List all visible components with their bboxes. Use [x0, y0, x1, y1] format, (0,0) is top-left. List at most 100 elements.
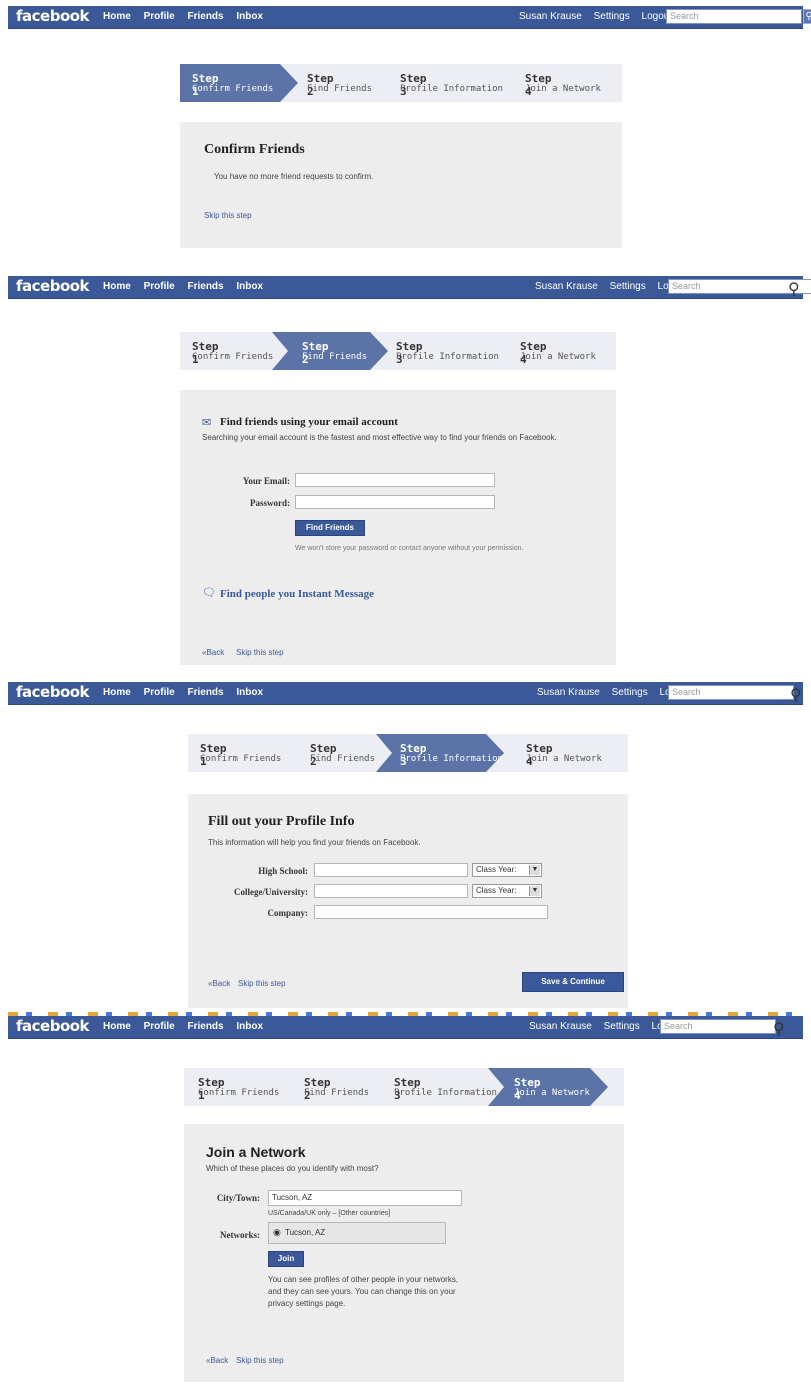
network-note-line-2: and they can see yours. You can change t… [268, 1287, 456, 1296]
account-nav: Susan Krause Settings Logout [528, 687, 690, 698]
top-bar: facebook Home Profile Friends Inbox Susa… [8, 276, 811, 299]
facebook-logo[interactable]: facebook [16, 7, 90, 25]
high-school-field[interactable] [314, 863, 468, 877]
user-name-link[interactable]: Susan Krause [535, 281, 598, 292]
city-hint: US/Canada/UK only – [Other countries] [268, 1210, 391, 1217]
nav-friends[interactable]: Friends [187, 687, 223, 698]
nav-home[interactable]: Home [103, 687, 131, 698]
screen-find-friends: facebook Home Profile Friends Inbox Susa… [0, 270, 811, 665]
facebook-logo[interactable]: facebook [16, 1017, 90, 1035]
search-input[interactable]: Search [660, 1019, 776, 1034]
dropdown-arrow-icon: ▼ [529, 886, 540, 896]
nav-inbox[interactable]: Inbox [236, 1021, 263, 1032]
skip-step-link[interactable]: Skip this step [236, 1356, 284, 1365]
college-class-year-select[interactable]: Class Year: ▼ [472, 884, 542, 898]
find-im-title[interactable]: Find people you Instant Message [220, 588, 374, 600]
email-label: Your Email: [242, 476, 290, 486]
find-friends-panel: ✉ Find friends using your email account … [180, 390, 616, 665]
nav-profile[interactable]: Profile [144, 281, 175, 292]
profile-info-panel: Fill out your Profile Info This informat… [188, 794, 628, 1008]
panel-title: Join a Network [206, 1144, 306, 1160]
networks-box: ◉ Tucson, AZ [268, 1222, 446, 1244]
company-label: Company: [267, 908, 308, 918]
back-link[interactable]: «Back [206, 1356, 228, 1365]
top-bar: facebook Home Profile Friends Inbox Susa… [8, 1016, 803, 1039]
college-field[interactable] [314, 884, 468, 898]
find-email-description: Searching your email account is the fast… [202, 433, 557, 442]
step-progress: Step 1 Confirm Friends Step 2 Find Friends… [180, 332, 616, 370]
search-icon[interactable]: ⚲ [803, 9, 811, 24]
panel-title: Confirm Friends [204, 142, 305, 157]
back-link[interactable]: «Back [208, 979, 230, 988]
settings-link[interactable]: Settings [604, 1021, 640, 1032]
network-note-line-3: privacy settings page. [268, 1299, 346, 1308]
settings-link[interactable]: Settings [594, 11, 630, 22]
chat-icon: 🗨 [202, 587, 216, 599]
search-icon[interactable]: ⚲ [773, 1019, 785, 1039]
nav-profile[interactable]: Profile [144, 1021, 175, 1032]
search-input[interactable]: Search [668, 685, 794, 700]
search-icon[interactable]: ⚲ [788, 279, 800, 299]
top-bar: facebook Home Profile Friends Inbox Susa… [8, 682, 803, 705]
active-step-arrow [272, 332, 388, 370]
city-field[interactable]: Tucson, AZ [268, 1190, 462, 1206]
nav-inbox[interactable]: Inbox [236, 281, 263, 292]
nav-home[interactable]: Home [103, 1021, 131, 1032]
step-progress: Step 1 Confirm Friends Step 2 Find Friends… [188, 734, 628, 772]
find-email-title: Find friends using your email account [220, 416, 398, 428]
active-step-arrow [488, 1068, 608, 1106]
facebook-logo[interactable]: facebook [16, 683, 90, 701]
nav-inbox[interactable]: Inbox [236, 11, 263, 22]
email-field[interactable] [295, 473, 495, 487]
network-note-line-1: You can see profiles of other people in … [268, 1275, 459, 1284]
find-friends-button[interactable]: Find Friends [295, 520, 365, 536]
skip-step-link[interactable]: Skip this step [204, 211, 252, 220]
high-school-class-year-select[interactable]: Class Year: ▼ [472, 863, 542, 877]
college-label: College/University: [234, 887, 308, 897]
nav-friends[interactable]: Friends [187, 11, 223, 22]
password-label: Password: [250, 498, 290, 508]
user-name-link[interactable]: Susan Krause [519, 11, 582, 22]
account-nav: Susan Krause Settings Logout [520, 1021, 682, 1032]
skip-step-link[interactable]: Skip this step [238, 979, 286, 988]
main-nav: Home Profile Friends Inbox [103, 11, 273, 22]
city-label: City/Town: [216, 1193, 260, 1203]
step-progress: Step 1 Confirm Friends Step 2 Find Friends… [180, 64, 622, 102]
screen-profile-info: facebook Home Profile Friends Inbox Susa… [0, 676, 811, 1011]
company-field[interactable] [314, 905, 548, 919]
save-continue-button[interactable]: Save & Continue [522, 972, 624, 992]
top-bar: facebook Home Profile Friends Inbox Susa… [8, 6, 811, 29]
screen-confirm-friends: facebook Home Profile Friends Inbox Susa… [0, 0, 811, 250]
nav-home[interactable]: Home [103, 11, 131, 22]
user-name-link[interactable]: Susan Krause [529, 1021, 592, 1032]
settings-link[interactable]: Settings [610, 281, 646, 292]
nav-inbox[interactable]: Inbox [236, 687, 263, 698]
search-input[interactable]: Search [666, 9, 802, 24]
back-link[interactable]: «Back [202, 648, 224, 657]
active-step-arrow [376, 734, 504, 772]
dropdown-arrow-icon: ▼ [529, 865, 540, 875]
main-nav: Home Profile Friends Inbox [103, 281, 273, 292]
search-icon[interactable]: ⚲ [790, 685, 802, 705]
nav-friends[interactable]: Friends [187, 281, 223, 292]
email-icon: ✉ [202, 417, 212, 429]
join-button[interactable]: Join [268, 1251, 304, 1267]
screen-join-network: facebook Home Profile Friends Inbox Susa… [0, 1012, 811, 1387]
skip-step-link[interactable]: Skip this step [236, 648, 284, 657]
confirm-panel: Confirm Friends You have no more friend … [180, 122, 622, 248]
settings-link[interactable]: Settings [612, 687, 648, 698]
user-name-link[interactable]: Susan Krause [537, 687, 600, 698]
nav-friends[interactable]: Friends [187, 1021, 223, 1032]
account-nav: Susan Krause Settings Logout [510, 11, 672, 22]
nav-profile[interactable]: Profile [144, 11, 175, 22]
network-radio[interactable]: ◉ [273, 1227, 281, 1238]
nav-home[interactable]: Home [103, 281, 131, 292]
nav-profile[interactable]: Profile [144, 687, 175, 698]
password-field[interactable] [295, 495, 495, 509]
panel-title: Fill out your Profile Info [208, 814, 355, 829]
high-school-label: High School: [258, 866, 308, 876]
step-progress: Step 1 Confirm Friends Step 2 Find Friends… [184, 1068, 624, 1106]
join-network-panel: Join a Network Which of these places do … [184, 1124, 624, 1382]
network-description: Which of these places do you identify wi… [206, 1164, 379, 1173]
facebook-logo[interactable]: facebook [16, 277, 90, 295]
